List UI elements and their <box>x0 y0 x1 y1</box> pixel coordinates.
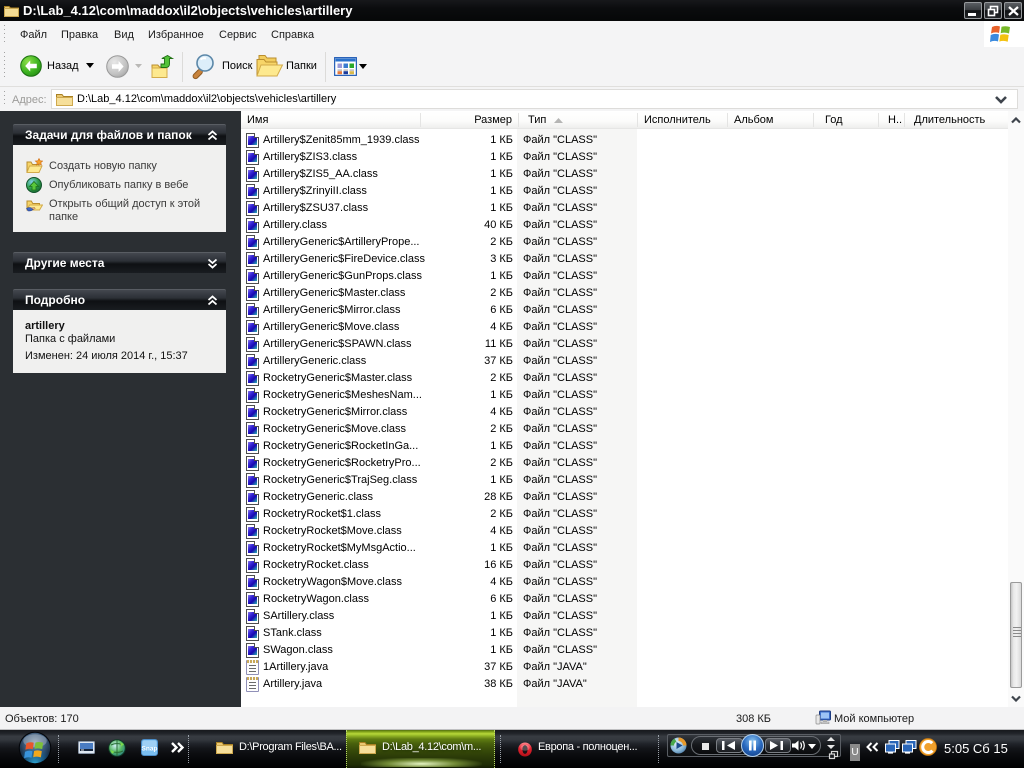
svg-text:Snap: Snap <box>142 746 158 753</box>
